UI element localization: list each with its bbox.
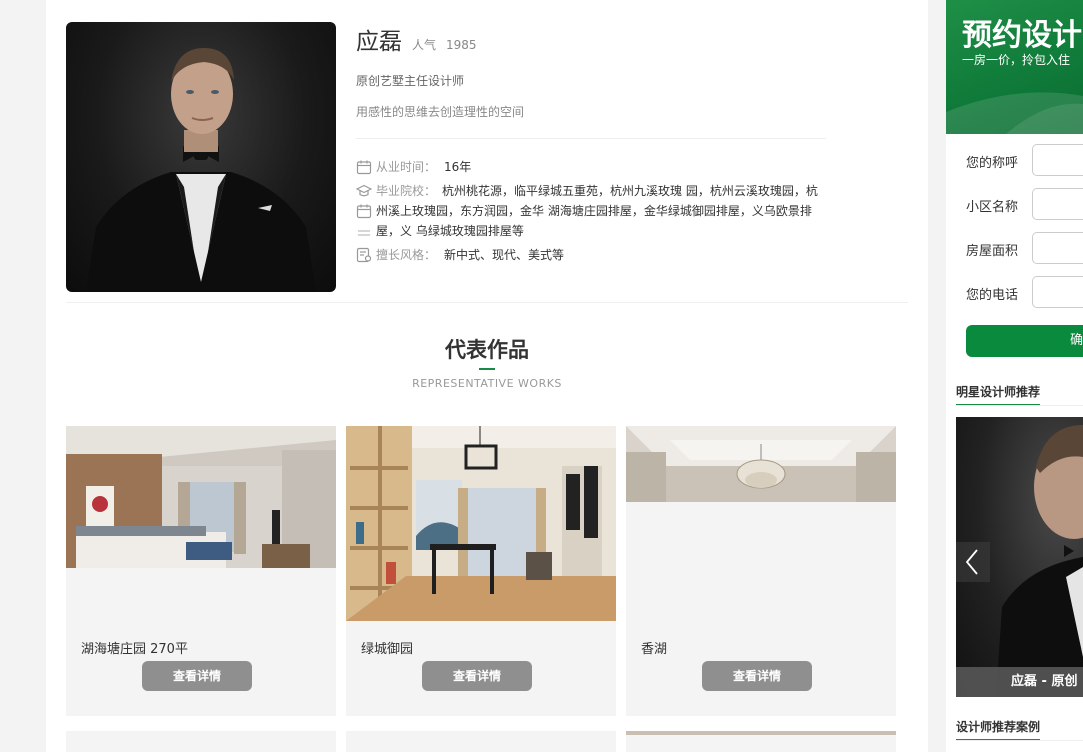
sidebar: 预约设计 一房一价，拎包入住 您的称呼 小区名称 房屋面积 您的电话 确 明星设… <box>946 0 1083 752</box>
style-row: 擅长风格： 新中式、现代、美式等 <box>356 245 826 265</box>
slide-caption: 应磊 - 原创 <box>956 667 1083 697</box>
school-text: 毕业院校： 杭州桃花源，临平绿城五重苑，杭州九溪玫瑰 园，杭州云溪玫瑰园，杭州溪上… <box>376 181 826 241</box>
form-row-name: 您的称呼 <box>946 144 1083 176</box>
works-subtitle: REPRESENTATIVE WORKS <box>412 377 562 390</box>
appointment-banner[interactable]: 预约设计 一房一价，拎包入住 <box>946 0 1083 134</box>
chevron-left-icon <box>965 549 978 575</box>
name-row: 应磊 人气 1985 <box>356 22 826 56</box>
work-card[interactable] <box>626 731 896 752</box>
work-image <box>346 426 616 621</box>
form-row-area: 房屋面积 <box>946 232 1083 264</box>
designer-details: 从业时间： 16年 毕业院校： 杭州桃花源，临平绿城五重苑，杭州九溪玫瑰 园，杭… <box>355 157 826 265</box>
recommended-cases-heading: 设计师推荐案例 <box>956 720 1041 734</box>
experience-row: 从业时间： 16年 <box>356 157 826 177</box>
work-image <box>626 426 896 502</box>
slide-prev-button[interactable] <box>956 542 990 582</box>
designer-name: 应磊 <box>356 29 402 55</box>
calendar-icon <box>356 203 372 219</box>
form-row-phone: 您的电话 <box>946 276 1083 308</box>
document-icon <box>356 223 372 239</box>
view-details-button[interactable]: 查看详情 <box>142 661 252 691</box>
calendar-icon <box>356 159 372 175</box>
community-input[interactable] <box>1032 188 1083 220</box>
graduation-cap-icon <box>355 183 373 199</box>
school-icons <box>355 181 373 239</box>
work-card[interactable]: 绿城御园 查看详情 <box>346 426 616 716</box>
designer-detail-panel: 应磊 人气 1985 原创艺墅主任设计师 用感性的思维去创造理性的空间 从业时间… <box>46 0 928 752</box>
submit-button[interactable]: 确 <box>966 325 1083 357</box>
view-details-button[interactable]: 查看详情 <box>422 661 532 691</box>
experience-label: 从业时间： <box>376 160 437 174</box>
work-card[interactable] <box>346 731 616 752</box>
designer-title: 原创艺墅主任设计师 <box>356 74 465 88</box>
heading-line <box>956 740 1083 741</box>
works-title: 代表作品 <box>445 338 529 362</box>
style-value: 新中式、现代、美式等 <box>444 248 565 262</box>
view-details-button[interactable]: 查看详情 <box>702 661 812 691</box>
name-input[interactable] <box>1032 144 1083 176</box>
certificate-icon <box>356 247 372 263</box>
page: 应磊 人气 1985 原创艺墅主任设计师 用感性的思维去创造理性的空间 从业时间… <box>0 0 1083 752</box>
form-row-community: 小区名称 <box>946 188 1083 220</box>
popularity-label: 人气 <box>412 38 437 52</box>
school-label: 毕业院校： <box>376 184 437 198</box>
designer-slogan: 用感性的思维去创造理性的空间 <box>356 105 525 119</box>
area-label: 房屋面积 <box>966 244 1019 259</box>
school-row: 毕业院校： 杭州桃花源，临平绿城五重苑，杭州九溪玫瑰 园，杭州云溪玫瑰园，杭州溪上… <box>355 181 826 241</box>
phone-label: 您的电话 <box>966 288 1019 303</box>
work-caption: 绿城御园 <box>361 642 414 657</box>
experience-value: 16年 <box>444 160 472 174</box>
work-card[interactable]: 湖海塘庄园 270平 查看详情 <box>66 426 336 716</box>
designer-info: 应磊 人气 1985 原创艺墅主任设计师 用感性的思维去创造理性的空间 从业时间… <box>355 22 826 265</box>
info-divider <box>356 138 826 139</box>
banner-subtitle: 一房一价，拎包入住 <box>962 53 1071 67</box>
work-caption: 香湖 <box>641 642 668 657</box>
work-image <box>66 426 336 568</box>
popularity-value: 1985 <box>446 38 477 52</box>
school-value: 杭州桃花源，临平绿城五重苑，杭州九溪玫瑰 园，杭州云溪玫瑰园，杭州溪上玫瑰园，东… <box>376 184 818 238</box>
heading-line <box>956 405 1083 406</box>
name-label: 您的称呼 <box>966 156 1019 171</box>
phone-input[interactable] <box>1032 276 1083 308</box>
community-label: 小区名称 <box>966 200 1019 215</box>
work-card[interactable] <box>66 731 336 752</box>
work-caption: 湖海塘庄园 270平 <box>81 642 188 657</box>
banner-title: 预约设计 <box>962 18 1082 53</box>
designer-photo <box>66 22 336 292</box>
work-card[interactable]: 香湖 查看详情 <box>626 426 896 716</box>
star-designer-heading: 明星设计师推荐 <box>956 385 1041 399</box>
section-divider <box>66 302 908 303</box>
style-label: 擅长风格： <box>376 248 437 262</box>
works-title-underline <box>479 368 495 370</box>
area-input[interactable] <box>1032 232 1083 264</box>
